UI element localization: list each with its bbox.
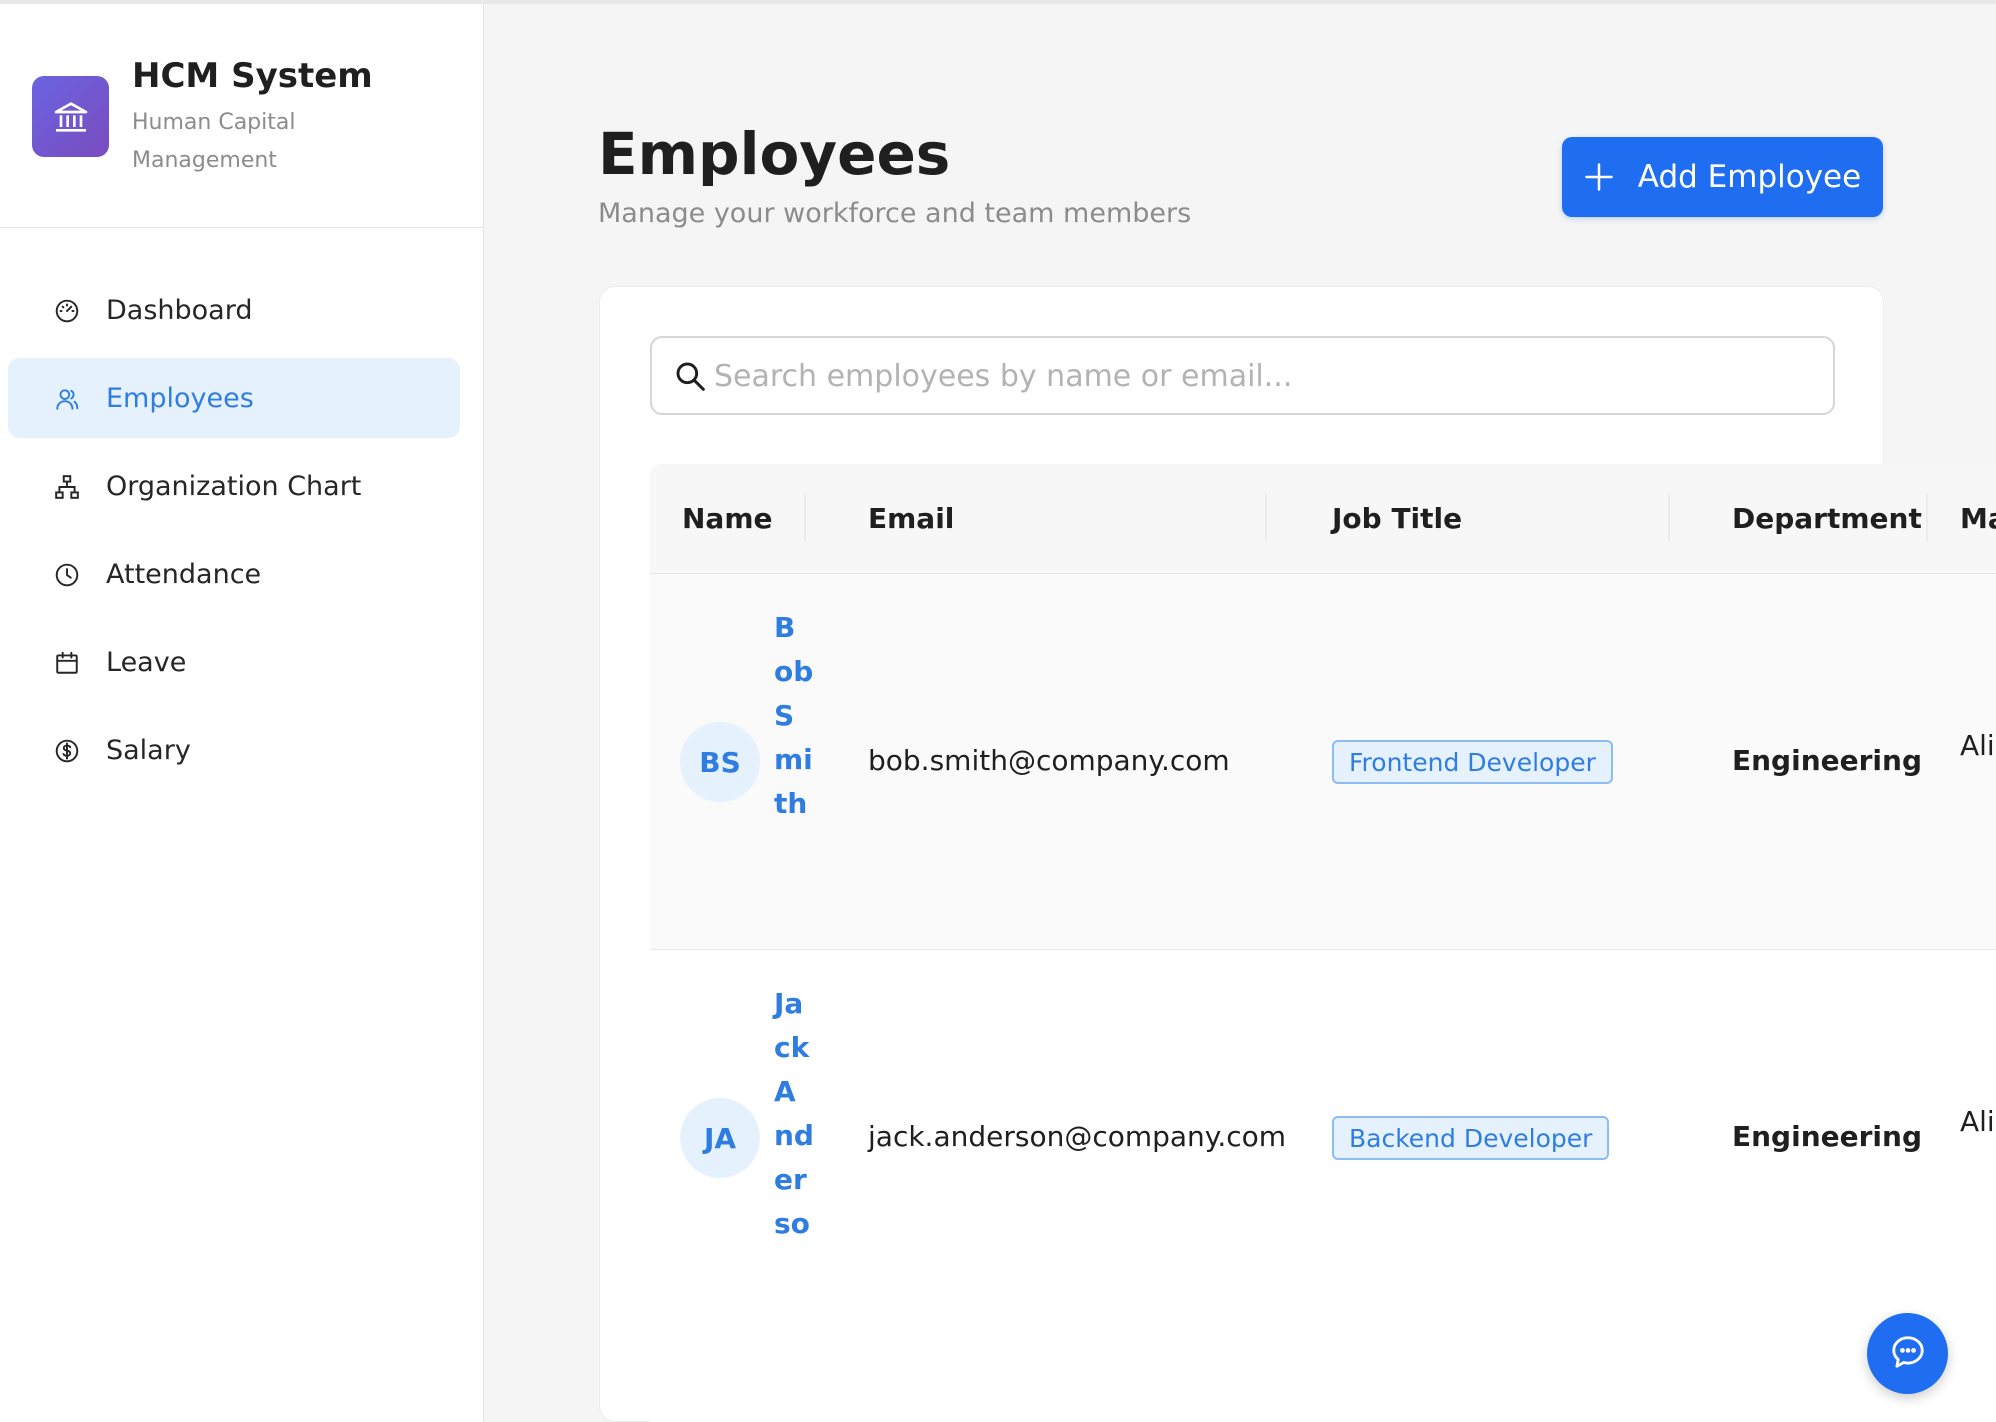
search-box[interactable] [650,336,1835,415]
sidebar-item-label: Salary [106,734,191,766]
employees-table: Name Email Job Title Department Ma BS Bo… [650,464,1996,1422]
sidebar-item-label: Leave [106,646,187,678]
search-icon [674,360,706,392]
clock-icon [54,562,80,588]
employee-name-link[interactable]: Bob Smith [774,606,814,826]
job-title-badge: Backend Developer [1332,1116,1610,1160]
chat-button[interactable] [1867,1313,1948,1394]
employee-name-link[interactable]: Jack Anderso [774,982,814,1246]
employee-department: Engineering [1732,744,1922,777]
column-header-name[interactable]: Name [682,502,773,535]
dollar-icon [54,738,80,764]
sidebar-item-label: Dashboard [106,294,253,326]
add-employee-button[interactable]: Add Employee [1562,137,1883,217]
sidebar-item-label: Attendance [106,558,262,590]
table-header: Name Email Job Title Department Ma [650,464,1996,574]
job-title-badge: Frontend Developer [1332,740,1613,784]
app-title: HCM System [132,56,373,96]
column-divider [1668,494,1670,542]
plus-icon [1584,162,1614,192]
employee-manager: Alic Joh [1960,1105,1996,1138]
sidebar-item-organization-chart[interactable]: Organization Chart [8,446,460,526]
sidebar: HCM System Human Capital Management Dash… [0,4,484,1422]
page-title: Employees [598,120,951,188]
employee-email: bob.smith@company.com [868,744,1230,777]
bank-icon [32,76,109,157]
column-header-department[interactable]: Department [1732,502,1922,535]
calendar-icon [54,650,80,676]
sidebar-item-employees[interactable]: Employees [8,358,460,438]
brand-header: HCM System Human Capital Management [0,4,484,228]
sidebar-nav: Dashboard Employees Organization Chart A… [8,270,460,798]
employee-manager: Alic Joh [1960,729,1996,762]
table-row[interactable]: JA Jack Anderso jack.anderson@company.co… [650,950,1996,1422]
users-icon [54,386,80,412]
app-subtitle: Human Capital Management [132,110,296,173]
sidebar-item-label: Organization Chart [106,470,362,502]
sidebar-item-label: Employees [106,382,254,414]
avatar: BS [680,722,760,802]
column-divider [1926,494,1928,542]
column-divider [1265,494,1267,542]
employee-email: jack.anderson@company.com [868,1120,1287,1153]
page-subtitle: Manage your workforce and team members [598,198,1192,229]
chat-bubble-icon [1889,1333,1927,1375]
column-header-manager[interactable]: Ma [1960,502,1996,535]
dashboard-icon [54,298,80,324]
sidebar-item-salary[interactable]: Salary [8,710,460,790]
sidebar-item-attendance[interactable]: Attendance [8,534,460,614]
avatar: JA [680,1098,760,1178]
org-chart-icon [54,474,80,500]
search-input[interactable] [714,346,1814,406]
sidebar-item-dashboard[interactable]: Dashboard [8,270,460,350]
add-employee-label: Add Employee [1637,159,1862,195]
table-row[interactable]: BS Bob Smith bob.smith@company.com Front… [650,574,1996,950]
column-divider [804,494,806,542]
column-header-job-title[interactable]: Job Title [1332,502,1462,535]
column-header-email[interactable]: Email [868,502,954,535]
sidebar-item-leave[interactable]: Leave [8,622,460,702]
employee-department: Engineering [1732,1120,1922,1153]
